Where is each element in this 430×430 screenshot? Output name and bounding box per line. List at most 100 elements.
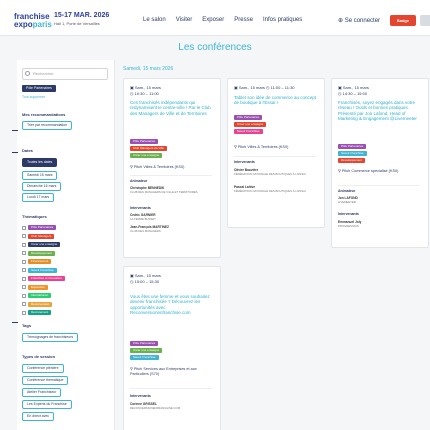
theme-checkbox[interactable]	[22, 310, 26, 315]
main-nav: Le salon Visiter Exposer Presse Infos pr…	[143, 17, 302, 23]
theme-checkbox[interactable]	[22, 302, 26, 306]
session-type-chip[interactable]: Conférence thématique	[22, 376, 69, 385]
theme-label: Reconversion	[28, 301, 53, 307]
moderator-org: LIVEMEETER	[338, 200, 356, 204]
dates-heading: Dates	[22, 148, 33, 153]
card-date: ▣ Sam., 15 mars ◷ 11:00 – 11:30	[234, 85, 295, 90]
speakers-heading: Intervenants	[338, 212, 359, 216]
theme-label: Club Managers	[28, 233, 55, 239]
card-time-text: 11:00 – 11:30	[270, 85, 295, 90]
theme-filter-option[interactable]: International	[22, 292, 51, 299]
logo[interactable]: franchise expoparis 15-17 MAR. 2026 Hall…	[14, 12, 124, 32]
card-title[interactable]: Ces franchisés indépendants qui redynami…	[130, 100, 214, 116]
search-input[interactable]: Rechercher	[22, 68, 108, 80]
theme-filter-option[interactable]: Savoir Franchise	[22, 267, 57, 274]
speakers-heading: Intervenants	[234, 160, 255, 164]
card-title[interactable]: Vous êtes une femme et vous souhaitez de…	[130, 294, 214, 316]
card-location: ⚲ Pitch Villes & Territoires (KS0)	[130, 165, 214, 170]
session-type-chip[interactable]: En direct avec	[22, 412, 55, 421]
card-location: ⚲ Pitch Villes & Territoires (KS0)	[234, 145, 318, 150]
theme-filter-option[interactable]: Expansion	[22, 284, 49, 291]
edge-line	[12, 152, 18, 153]
card-tag: Club Managers de Ville	[130, 146, 167, 151]
theme-label: Créer une enseigne	[28, 242, 61, 247]
card-tag: Savoir Franchise	[338, 151, 367, 156]
card-title[interactable]: Franchisés, soyez engagés dans votre rés…	[338, 100, 422, 122]
theme-filter-option[interactable]: Pôle Partenaires	[22, 224, 57, 231]
nav-item-salon[interactable]: Le salon	[143, 17, 166, 23]
card-divider	[130, 388, 212, 389]
card-tag: Pôle Partenaires	[338, 144, 367, 149]
theme-label: Pôle Partenaires	[28, 225, 57, 230]
card-tag: Pôle Partenaires	[130, 139, 159, 144]
nav-item-presse[interactable]: Presse	[234, 17, 253, 23]
theme-filter-option[interactable]: Développement	[22, 250, 56, 257]
card-location: ⚲ Pitch Services aux Entreprises et aux …	[130, 367, 214, 377]
tags-heading: Tags	[22, 323, 32, 328]
card-location: ⚲ Pitch Commerce spécialisé (KS0)	[338, 169, 422, 174]
theme-label: Franchise et innovation	[28, 276, 66, 281]
search-placeholder: Rechercher	[33, 71, 54, 76]
nav-item-infos[interactable]: Infos pratiques	[263, 17, 302, 23]
theme-checkbox[interactable]	[22, 234, 26, 238]
logo-brand-suffix: paris	[32, 20, 52, 29]
tag-chip-testimonials[interactable]: Témoignages de franchiseurs	[22, 333, 79, 342]
theme-filter-option[interactable]: Club Managers	[22, 233, 55, 240]
moderator-heading: Animateur	[338, 189, 356, 193]
card-location-text: Pitch Villes & Territoires (KS0)	[133, 165, 185, 169]
speakers-heading: Intervenants	[130, 394, 151, 398]
theme-filter-option[interactable]: Recrutement	[22, 309, 52, 316]
page: franchise expoparis 15-17 MAR. 2026 Hall…	[0, 0, 430, 430]
clear-filters-link[interactable]: Tout supprimer	[22, 95, 45, 99]
theme-filter-option[interactable]: Financement	[22, 258, 52, 265]
theme-label: Expansion	[28, 284, 49, 290]
login-link[interactable]: ⊕ Se connecter	[338, 17, 380, 24]
theme-checkbox[interactable]	[22, 242, 26, 247]
card-date: ▣ Sam., 15 mars	[130, 273, 161, 278]
logo-brand-line2: expoparis	[14, 20, 52, 29]
card-divider	[130, 175, 212, 176]
user-icon: ⊕	[338, 18, 345, 24]
conference-card[interactable]: ▣ Sam., 15 mars ◷ 14:30 – 15:00 Franchis…	[331, 78, 429, 248]
theme-filter-option[interactable]: Créer une enseigne	[22, 241, 61, 248]
theme-checkbox[interactable]	[22, 285, 26, 289]
date-chip-monday[interactable]: Lundi 17 mars	[22, 193, 55, 202]
conference-card[interactable]: ▣ Sam., 15 mars ◷ 15:00 – 15:30 Vous ête…	[123, 266, 221, 430]
edge-line	[12, 130, 18, 131]
nav-item-visiter[interactable]: Visiter	[176, 17, 193, 23]
session-type-chip[interactable]: Conférence plénière	[22, 364, 64, 373]
card-tag: Pôle Partenaires	[130, 341, 159, 346]
card-tag: Pôle Partenaires	[234, 115, 263, 120]
card-divider	[234, 156, 316, 157]
language-button[interactable]	[420, 15, 430, 26]
conference-card[interactable]: ▣ Sam., 15 mars ◷ 11:00 – 11:30 Tablet s…	[227, 78, 325, 228]
card-location-text: Pitch Services aux Entreprises et aux Pa…	[130, 367, 197, 376]
card-location-text: Pitch Commerce spécialisé (KS0)	[341, 169, 399, 173]
theme-checkbox[interactable]	[22, 225, 26, 230]
theme-checkbox[interactable]	[22, 259, 26, 264]
theme-filter-option[interactable]: Franchise et innovation	[22, 275, 66, 282]
session-type-chip[interactable]: Atelier Franchiseur	[22, 388, 62, 397]
selected-filter-tag[interactable]: Pôle Partenaires	[22, 85, 56, 92]
theme-filter-option[interactable]: Reconversion	[22, 301, 53, 308]
session-types-heading: Types de session	[22, 354, 56, 359]
theme-checkbox[interactable]	[22, 276, 26, 281]
conference-card[interactable]: ▣ Sam., 15 mars ◷ 10:30 – 11:00 Ces fran…	[123, 78, 221, 258]
date-chip-sunday[interactable]: Dimanche 16 mars	[22, 182, 62, 191]
date-chip-all[interactable]: Toutes les dates	[22, 158, 58, 167]
card-title[interactable]: Tablet son idée de commerce au concept d…	[234, 95, 318, 106]
session-type-chip[interactable]: Les Experts du Franchise	[22, 400, 72, 409]
badge-button[interactable]: Badge	[390, 15, 416, 26]
theme-label: International	[28, 293, 51, 298]
card-tag: Savoir Franchise	[130, 355, 159, 360]
moderator-heading: Animateur	[130, 179, 148, 183]
theme-checkbox[interactable]	[22, 268, 26, 272]
speaker-org: CLUB DES MANAGERS	[130, 229, 161, 233]
recommendation-sort-chip[interactable]: Trier par recommandation	[22, 121, 73, 130]
nav-item-exposer[interactable]: Exposer	[202, 17, 224, 23]
card-tag: Créer une enseigne	[130, 153, 163, 158]
date-chip-saturday[interactable]: Samedi 15 mars	[22, 171, 58, 180]
theme-checkbox[interactable]	[22, 293, 26, 298]
theme-label: Développement	[28, 250, 56, 256]
theme-checkbox[interactable]	[22, 251, 26, 255]
